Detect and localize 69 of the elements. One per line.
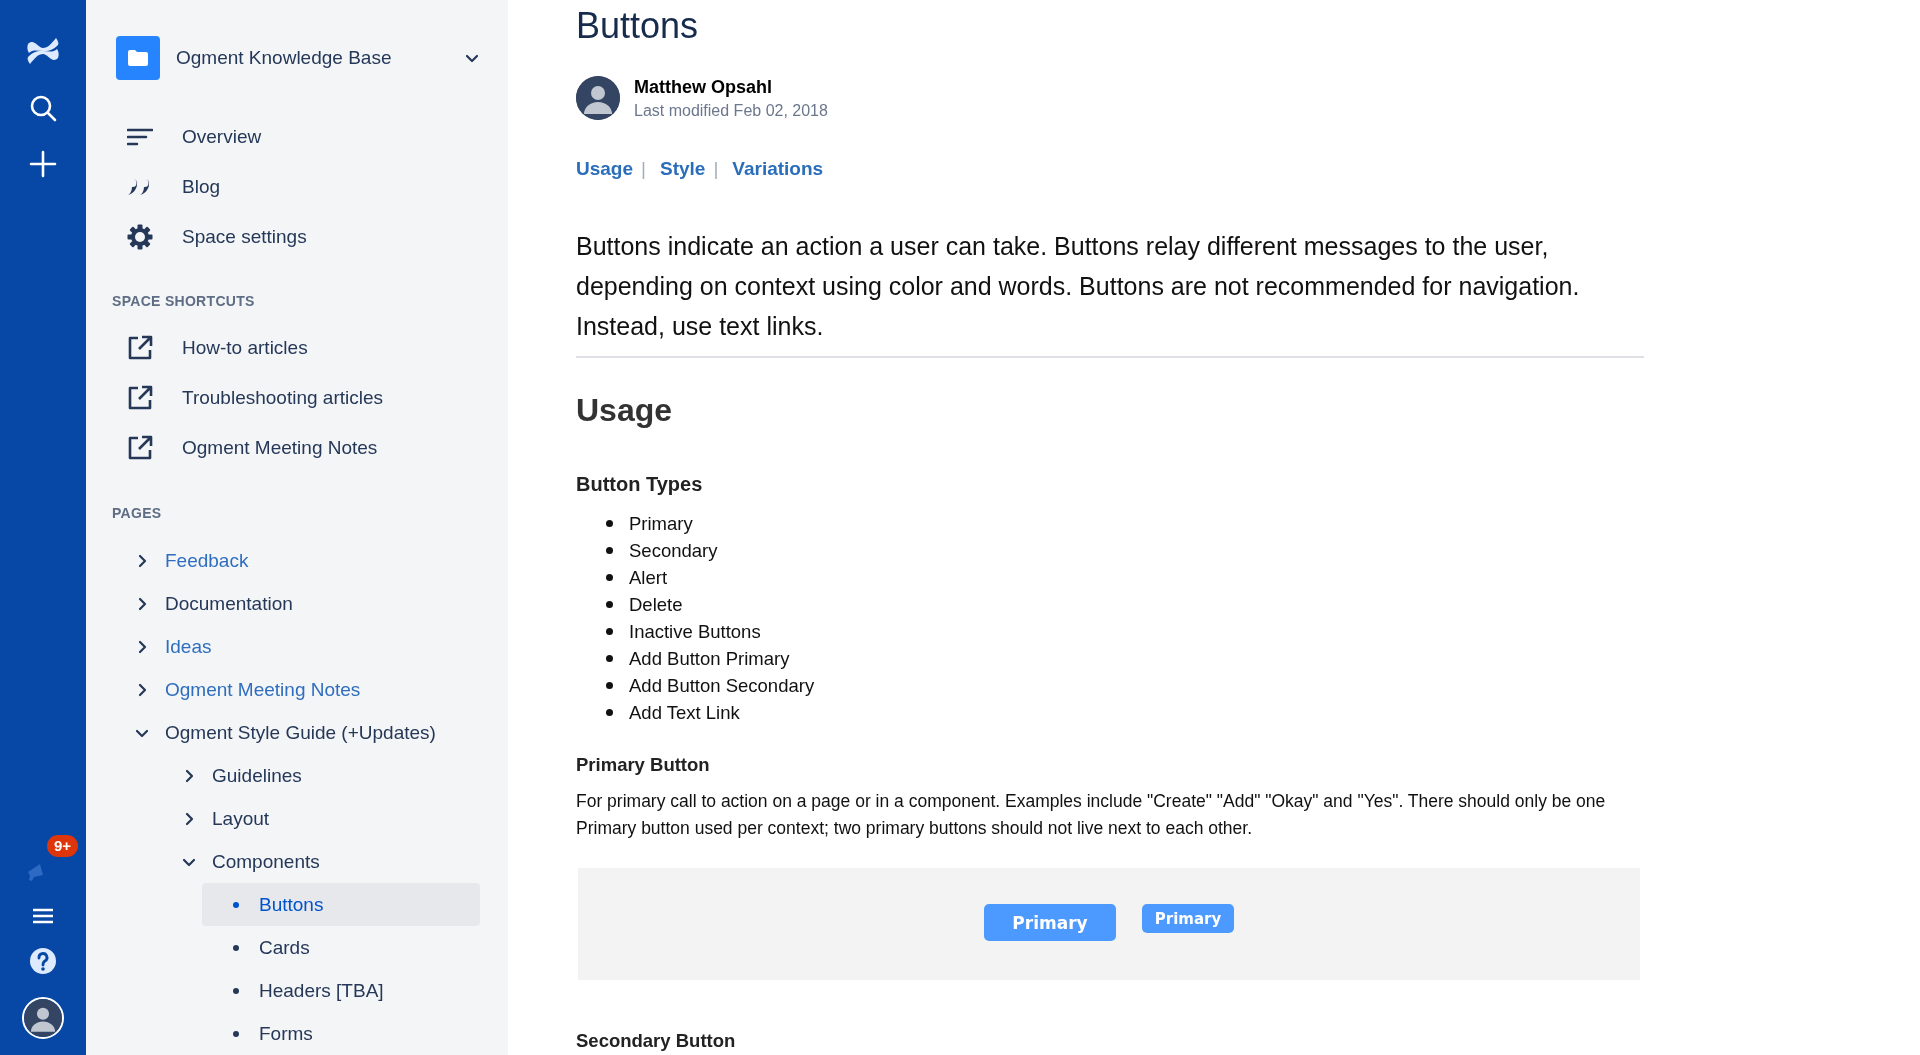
bullet-icon [606,628,613,635]
section-heading: Usage [576,392,674,429]
page-tree-item[interactable]: Guidelines [165,754,480,798]
sidebar-nav-item[interactable]: Overview [112,112,480,163]
lines-icon [127,128,153,147]
list-item: Delete [629,593,683,616]
plus-icon[interactable] [29,150,57,178]
user-avatar[interactable] [22,997,64,1039]
shortcut-link[interactable]: Ogment Meeting Notes [112,422,480,474]
separator: | [713,158,719,180]
intro-paragraph: Buttons indicate an action a user can take. Buttons relay different messages to the user, depending on context using color and words. Buttons are not recommended for navigation. Instead, use text links. [576,226,1644,358]
notification-badge: 9+ [47,835,79,857]
shortcut-link[interactable]: How-to articles [112,322,480,373]
external-link-icon [127,384,153,411]
bullet-icon [232,987,239,994]
list-item: Inactive Buttons [629,620,761,643]
sidebar-nav-item[interactable]: Blog [112,162,480,213]
help-icon[interactable] [29,947,57,975]
logo-icon[interactable] [26,36,60,66]
anchor-link[interactable]: Variations [732,158,824,180]
separator: | [641,158,646,180]
bullet-icon [606,601,613,608]
subsection-heading: Secondary Button [576,1030,737,1052]
page-tree-item[interactable]: Components [165,840,480,884]
section-heading: PAGES [112,505,163,522]
page-tree-item[interactable]: Layout [165,797,480,841]
bullet-icon [232,944,239,951]
bullet-icon [606,547,613,554]
folder-icon[interactable] [116,36,160,80]
external-link-icon [127,334,153,361]
bullet-icon [606,520,613,527]
settings-icon [127,224,153,251]
list-item: Primary [629,512,693,535]
page-tree-item[interactable]: Documentation [118,582,480,626]
bullet-icon [606,574,613,581]
shortcut-link[interactable]: Troubleshooting articles [112,372,480,423]
search-icon[interactable] [29,94,57,122]
author-avatar [576,76,620,120]
page-tree-item[interactable]: Ogment Style Guide (+Updates) [118,711,480,755]
anchor-link[interactable]: Usage [576,158,634,180]
external-link-icon [127,434,153,461]
bullet-icon [232,1030,239,1037]
subsection-heading: Primary Button [576,754,711,776]
list-item: Add Text Link [629,701,740,724]
bullet-icon [606,682,613,689]
page-tree-item[interactable]: Forms [202,1012,480,1055]
page-tree-item[interactable]: Headers [TBA] [202,969,480,1013]
list-item: Alert [629,566,668,589]
description-paragraph: For primary call to action on a page or in a component. Examples include "Create" "Add" "Okay" and "Yes". There should only be one Primary button used per context; two primary buttons should not live next to each other. [576,790,1607,840]
bullet-icon [606,655,613,662]
page-tree-item[interactable]: Cards [202,926,480,970]
list-item: Secondary [629,539,718,562]
section-heading: SPACE SHORTCUTS [112,292,256,309]
page-tree-item[interactable]: Ideas [118,625,480,669]
page-tree-item[interactable]: Feedback [118,539,480,583]
author-name[interactable]: Matthew Opsahl [634,76,828,98]
list-item: Add Button Primary [629,647,790,670]
page-tree-item[interactable]: Ogment Meeting Notes [118,668,480,712]
space-title[interactable]: Ogment Knowledge Base [176,47,448,69]
page-title: Buttons [576,4,700,48]
sidebar-nav-item[interactable]: Space settings [112,212,480,263]
anchor-link[interactable]: Style [659,158,706,180]
last-modified: Last modified Feb 02, 2018 [634,101,828,120]
bullet-icon [606,709,613,716]
page-tree-item[interactable]: Buttons [202,883,480,927]
menu-icon[interactable] [32,907,54,925]
subsection-heading: Button Types [576,473,704,496]
bullet-icon [232,901,239,908]
list-item: Add Button Secondary [629,674,815,697]
